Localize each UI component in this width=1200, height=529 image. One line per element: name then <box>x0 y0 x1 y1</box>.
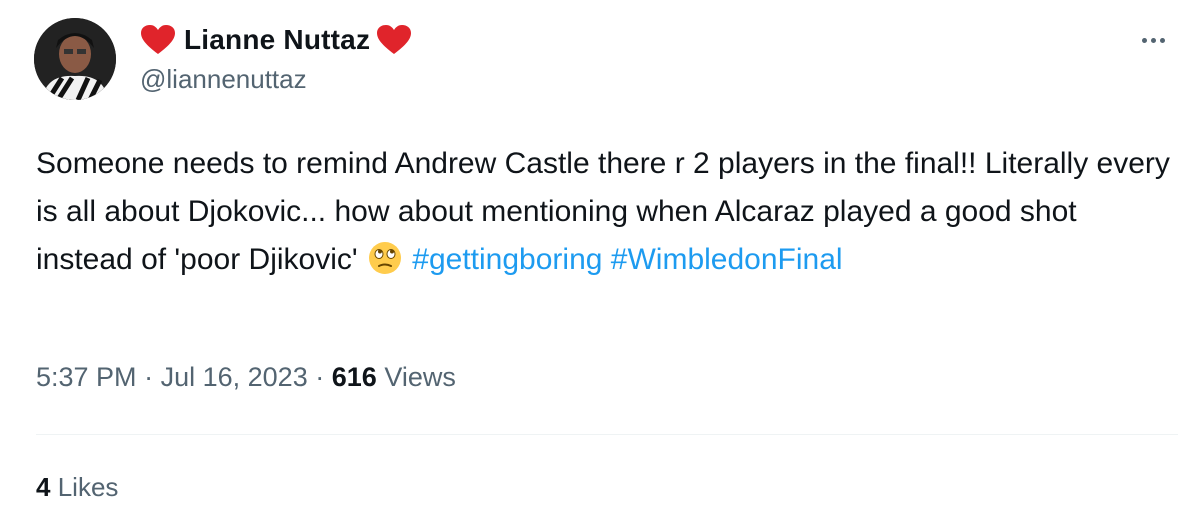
author-name-row[interactable]: Lianne Nuttaz <box>140 20 412 60</box>
meta-separator: · <box>315 362 325 392</box>
more-options-button[interactable] <box>1136 26 1170 54</box>
divider <box>36 434 1178 435</box>
likes-stat[interactable]: 4 Likes <box>36 472 118 503</box>
more-horizontal-icon <box>1140 37 1167 43</box>
avatar[interactable] <box>34 18 116 100</box>
rolling-eyes-face-icon <box>368 241 402 275</box>
tweet-meta: 5:37 PM · Jul 16, 2023 · 616 Views <box>36 362 456 393</box>
likes-label: Likes <box>57 472 119 502</box>
views-label: Views <box>384 362 456 392</box>
display-name[interactable]: Lianne Nuttaz <box>184 24 370 56</box>
likes-count: 4 <box>36 472 51 502</box>
tweet-date[interactable]: Jul 16, 2023 <box>161 362 308 392</box>
red-heart-icon <box>140 24 176 56</box>
author-handle[interactable]: @liannenuttaz <box>140 64 307 95</box>
red-heart-icon <box>376 24 412 56</box>
tweet-text: Someone needs to remind Andrew Castle th… <box>36 140 1176 284</box>
hashtag-link[interactable]: #WimbledonFinal <box>611 243 843 276</box>
views-count: 616 <box>331 362 377 392</box>
avatar-image <box>34 18 116 100</box>
tweet-body: Someone needs to remind Andrew Castle th… <box>36 147 1170 276</box>
meta-separator: · <box>144 362 154 392</box>
hashtag-link[interactable]: #gettingboring <box>412 243 602 276</box>
tweet-time[interactable]: 5:37 PM <box>36 362 137 392</box>
